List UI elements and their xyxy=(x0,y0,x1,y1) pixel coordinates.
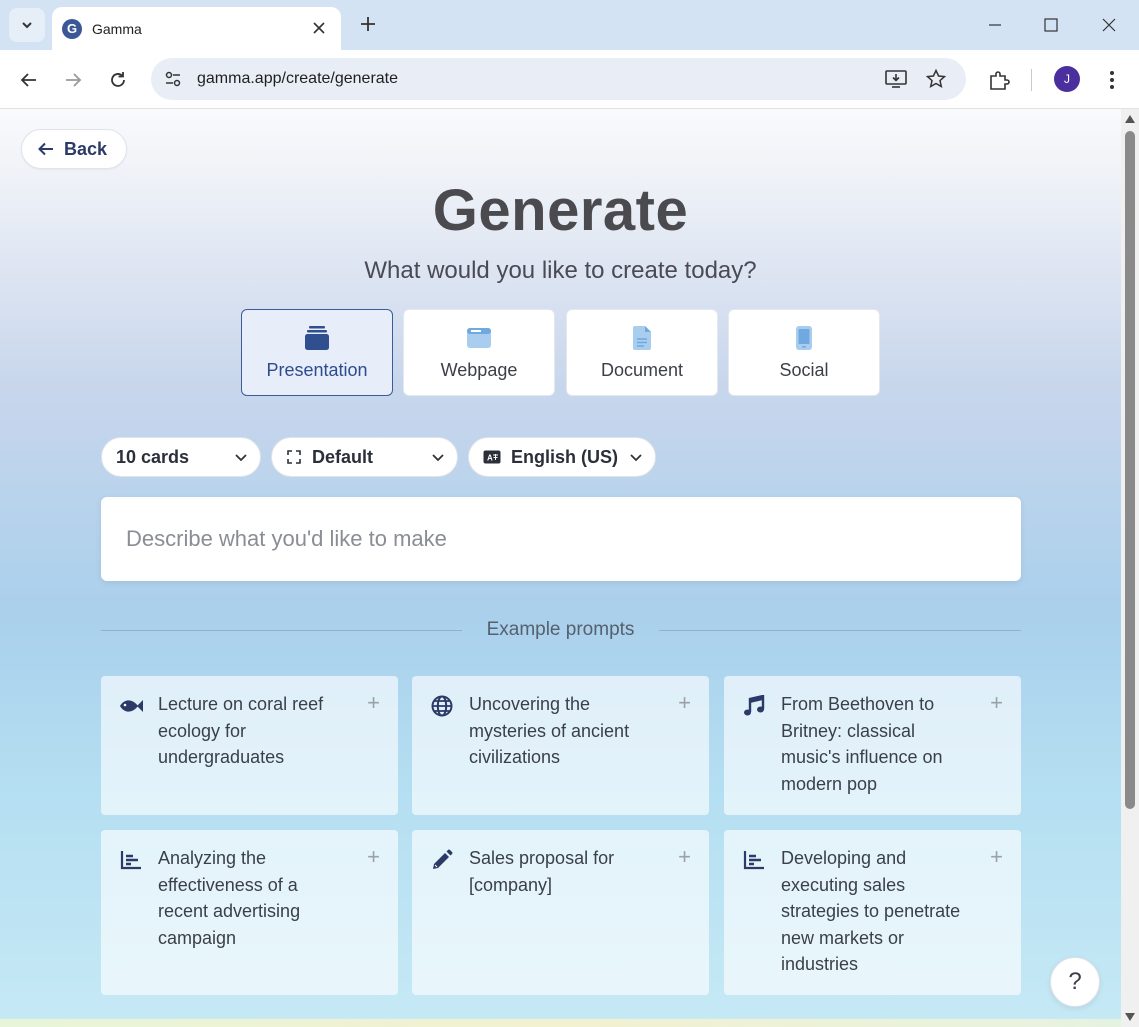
example-prompt-card[interactable]: Sales proposal for [company] + xyxy=(412,830,709,995)
back-nav-button[interactable] xyxy=(13,64,45,96)
scroll-down-arrow-icon[interactable] xyxy=(1125,1013,1135,1021)
webpage-icon xyxy=(466,324,492,352)
puzzle-icon xyxy=(990,71,1010,90)
add-plus-icon[interactable]: + xyxy=(678,844,691,870)
example-prompt-card[interactable]: Lecture on coral reef ecology for underg… xyxy=(101,676,398,815)
cards-count-value: 10 cards xyxy=(116,446,190,467)
page-bottom-edge xyxy=(0,1019,1121,1027)
cards-count-select[interactable]: 10 cards xyxy=(101,437,261,477)
minimize-icon xyxy=(989,24,1001,26)
type-document-card[interactable]: Document xyxy=(566,309,718,396)
type-label: Webpage xyxy=(440,360,518,380)
site-info-icon[interactable] xyxy=(161,67,185,91)
scrollbar-thumb[interactable] xyxy=(1125,131,1135,809)
bookmark-star-icon[interactable] xyxy=(924,67,948,91)
social-icon xyxy=(795,324,813,352)
back-button[interactable]: Back xyxy=(21,129,127,169)
add-plus-icon[interactable]: + xyxy=(990,844,1003,870)
example-prompt-card[interactable]: From Beethoven to Britney: classical mus… xyxy=(724,676,1021,815)
type-label: Document xyxy=(600,360,684,380)
forward-nav-button[interactable] xyxy=(57,64,89,96)
install-app-icon[interactable] xyxy=(884,67,908,91)
type-label: Social xyxy=(779,360,829,380)
maximize-button[interactable] xyxy=(1023,0,1079,50)
presentation-icon xyxy=(304,324,330,352)
type-label: Presentation xyxy=(266,360,368,380)
close-tab-icon[interactable] xyxy=(309,18,329,38)
language-icon: A xyxy=(483,450,501,464)
type-webpage-card[interactable]: Webpage xyxy=(403,309,555,396)
browser-tab[interactable]: G Gamma xyxy=(52,7,341,50)
language-select[interactable]: A English (US) xyxy=(468,437,656,477)
browser-toolbar: gamma.app/create/generate J xyxy=(0,50,1139,109)
address-bar[interactable]: gamma.app/create/generate xyxy=(151,58,966,100)
help-button[interactable]: ? xyxy=(1050,957,1100,1007)
type-presentation-card[interactable]: Presentation xyxy=(241,309,393,396)
bar-chart-icon xyxy=(742,848,766,872)
reload-icon xyxy=(111,72,125,87)
tab-strip: G Gamma xyxy=(0,0,1139,50)
example-prompt-card[interactable]: Developing and executing sales strategie… xyxy=(724,830,1021,995)
add-plus-icon[interactable]: + xyxy=(367,844,380,870)
page-subtitle: What would you like to create today? xyxy=(364,257,757,284)
example-prompt-card[interactable]: Analyzing the effectiveness of a recent … xyxy=(101,830,398,995)
chevron-down-icon xyxy=(22,22,32,29)
fish-icon xyxy=(119,694,143,718)
example-prompt-text: Developing and executing sales strategie… xyxy=(781,848,961,974)
arrow-right-icon xyxy=(66,73,82,87)
page-content: Back Generate What would you like to cre… xyxy=(0,109,1121,1027)
example-prompt-text: Lecture on coral reef ecology for underg… xyxy=(158,694,324,767)
type-social-card[interactable]: Social xyxy=(728,309,880,396)
pencil-icon xyxy=(430,848,454,872)
minimize-button[interactable] xyxy=(967,0,1023,50)
bar-chart-icon xyxy=(119,848,143,872)
example-prompt-text: Analyzing the effectiveness of a recent … xyxy=(158,848,301,948)
chevron-down-icon xyxy=(432,454,444,462)
globe-icon xyxy=(430,694,454,718)
dimension-value: Default xyxy=(312,446,374,467)
arrow-left-icon xyxy=(20,73,36,87)
add-plus-icon[interactable]: + xyxy=(990,690,1003,716)
divider-line-right xyxy=(659,630,1021,631)
add-plus-icon[interactable]: + xyxy=(367,690,380,716)
toolbar-divider xyxy=(1031,69,1032,91)
language-value: English (US) xyxy=(511,446,618,467)
browser-menu-button[interactable] xyxy=(1096,64,1128,96)
add-plus-icon[interactable]: + xyxy=(678,690,691,716)
more-vertical-icon xyxy=(1110,71,1114,89)
scroll-up-arrow-icon[interactable] xyxy=(1125,115,1135,123)
dimension-select[interactable]: Default xyxy=(271,437,458,477)
tab-search-button[interactable] xyxy=(9,8,45,42)
example-prompt-text: Uncovering the mysteries of ancient civi… xyxy=(469,694,630,767)
example-prompt-card[interactable]: Uncovering the mysteries of ancient civi… xyxy=(412,676,709,815)
svg-text:A: A xyxy=(487,454,493,463)
back-label: Back xyxy=(64,138,108,159)
gamma-favicon-icon: G xyxy=(62,18,82,39)
music-icon xyxy=(742,694,766,718)
chevron-down-icon xyxy=(630,454,642,462)
page-scrollbar[interactable] xyxy=(1121,109,1139,1027)
new-tab-button[interactable] xyxy=(354,10,382,38)
close-icon xyxy=(1102,18,1116,32)
chevron-down-icon xyxy=(235,454,247,462)
extensions-button[interactable] xyxy=(983,64,1015,96)
close-window-button[interactable] xyxy=(1081,0,1137,50)
expand-frame-icon xyxy=(287,450,301,464)
url-text: gamma.app/create/generate xyxy=(197,70,399,87)
document-icon xyxy=(632,324,652,352)
example-prompt-text: Sales proposal for [company] xyxy=(469,848,615,895)
plus-icon xyxy=(361,17,375,31)
page-title: Generate xyxy=(432,178,689,243)
reload-button[interactable] xyxy=(102,64,134,96)
example-prompt-text: From Beethoven to Britney: classical mus… xyxy=(781,694,943,794)
prompt-input[interactable] xyxy=(101,497,1021,581)
profile-avatar[interactable]: J xyxy=(1054,66,1080,92)
tab-title: Gamma xyxy=(92,20,142,37)
arrow-left-icon xyxy=(38,142,53,156)
maximize-icon xyxy=(1044,18,1058,32)
